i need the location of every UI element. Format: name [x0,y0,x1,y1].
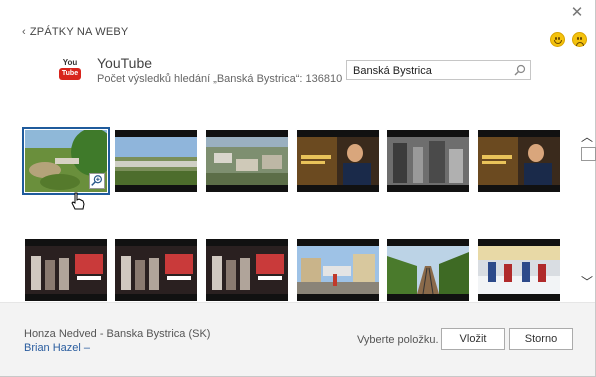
youtube-logo-you: You [62,58,78,67]
cancel-button[interactable]: Storno [509,328,573,350]
thumbnail-image [206,246,288,294]
thumbnail-image [115,137,197,185]
close-icon[interactable]: ✕ [569,5,585,21]
back-link-label: ZPÁTKY NA WEBY [29,26,129,38]
online-video-dialog: ✕ ‹ ZPÁTKY NA WEBY You Tube YouTube Poče… [0,0,596,377]
provider-name: YouTube [97,55,153,71]
scrollbar-thumb[interactable] [581,147,596,161]
video-thumbnail[interactable] [297,130,379,192]
search-icon[interactable] [514,64,526,76]
video-thumbnail[interactable] [387,239,469,301]
hand-cursor-icon [71,192,85,210]
search-input[interactable] [347,62,507,80]
video-thumbnail[interactable] [387,130,469,192]
video-thumbnail[interactable] [297,239,379,301]
youtube-logo: You Tube [59,58,81,84]
thumbnail-image [387,137,469,185]
thumbnail-image [387,246,469,294]
thumbnail-image [115,246,197,294]
back-to-sites-link[interactable]: ‹ ZPÁTKY NA WEBY [22,26,128,38]
thumbnail-image [478,137,560,185]
thumbnail-image [478,246,560,294]
video-thumbnail[interactable] [115,130,197,192]
youtube-logo-tube: Tube [59,68,81,80]
selected-video-author-link[interactable]: Brian Hazel – [24,342,90,354]
scroll-up-icon[interactable]: ︿ [580,130,594,144]
video-thumbnail[interactable] [115,239,197,301]
chevron-left-icon: ‹ [22,26,26,38]
search-box[interactable] [346,60,531,80]
thumbnail-image [297,246,379,294]
zoom-preview-icon[interactable] [89,173,105,189]
thumbnail-image [297,137,379,185]
scroll-down-icon[interactable]: ﹀ [580,275,594,289]
smiley-happy-icon[interactable] [550,32,565,47]
video-thumbnail[interactable] [22,127,110,195]
insert-button[interactable]: Vložit [441,328,505,350]
video-thumbnail[interactable] [478,239,560,301]
result-count: Počet výsledků hledání „Banská Bystrica“… [97,73,343,85]
video-thumbnail[interactable] [206,239,288,301]
video-thumbnail[interactable] [478,130,560,192]
selected-video-title: Honza Nedved - Banska Bystrica (SK) [24,328,211,340]
video-thumbnail[interactable] [206,130,288,192]
status-text: Vyberte položku. [357,334,439,346]
video-thumbnail[interactable] [25,239,107,301]
thumbnail-image [25,246,107,294]
thumbnail-image [206,137,288,185]
smiley-sad-icon[interactable] [572,32,587,47]
